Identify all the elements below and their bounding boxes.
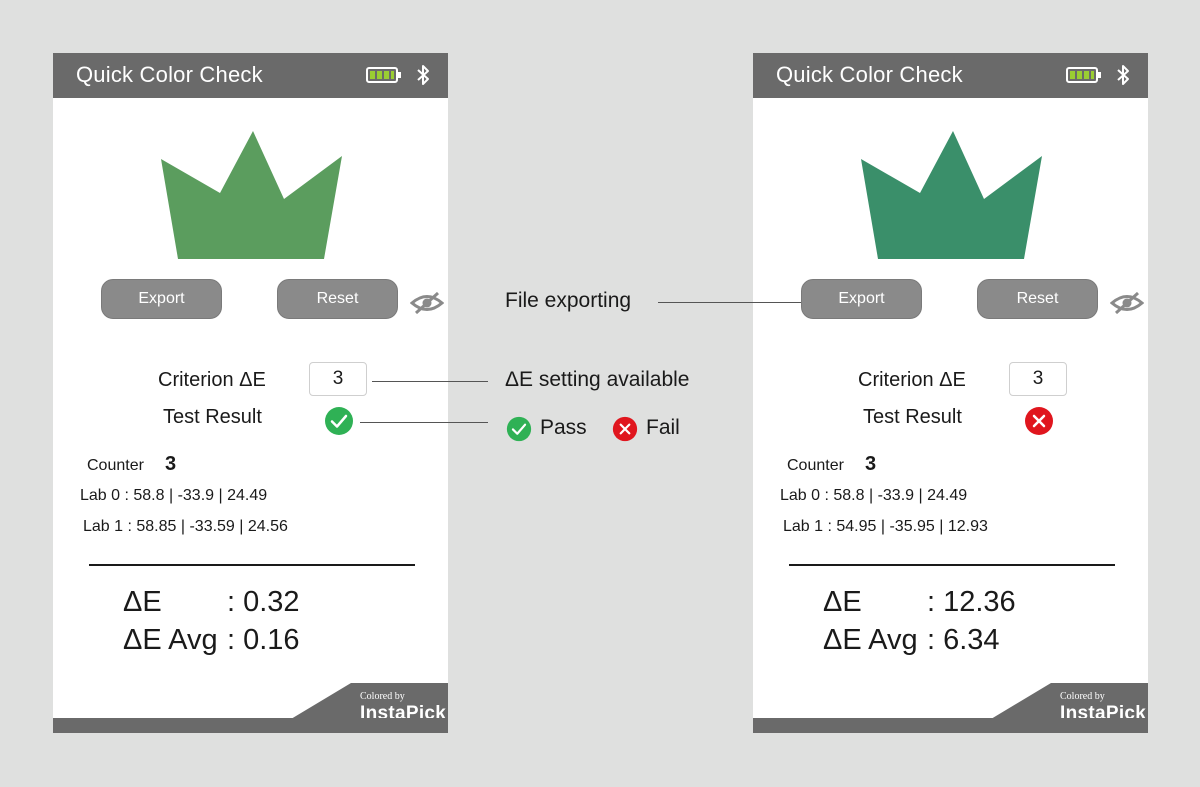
annotation-line-criterion <box>372 381 488 382</box>
delta-e-value: : 12.36 <box>927 586 1016 618</box>
criterion-label: Criterion ΔE <box>158 369 266 391</box>
delta-e-avg-row: ΔE Avg : 0.16 <box>123 624 300 657</box>
delta-e-avg-row: ΔE Avg : 6.34 <box>823 624 1000 657</box>
counter-label: Counter <box>87 457 144 474</box>
annotation-fail: Fail <box>646 416 680 439</box>
app-title: Quick Color Check <box>776 62 963 87</box>
divider <box>789 564 1115 566</box>
battery-icon <box>1066 67 1101 83</box>
delta-e-avg-label: ΔE Avg <box>123 624 218 656</box>
color-swatch-crown <box>161 131 342 259</box>
fail-x-icon <box>1025 407 1053 435</box>
delta-e-avg-value: : 6.34 <box>927 624 1000 656</box>
app-screen-fail: Quick Color Check Export Reset Criterion… <box>753 53 1148 733</box>
footer-bar <box>753 718 1148 733</box>
delta-e-avg-value: : 0.16 <box>227 624 300 656</box>
test-result-label: Test Result <box>163 406 262 428</box>
delta-e-avg-label: ΔE Avg <box>823 624 918 656</box>
reset-button[interactable]: Reset <box>977 279 1098 319</box>
lab0-reading: Lab 0 : 58.8 | -33.9 | 24.49 <box>780 487 968 504</box>
lab0-reading: Lab 0 : 58.8 | -33.9 | 24.49 <box>80 487 268 504</box>
criterion-de-input[interactable]: 3 <box>309 362 367 396</box>
app-screen-pass: Quick Color Check Export Reset Criterion… <box>53 53 448 733</box>
criterion-label: Criterion ΔE <box>858 369 966 391</box>
fail-x-icon <box>612 416 638 442</box>
delta-e-label: ΔE <box>823 586 862 618</box>
annotation-de-setting: ΔE setting available <box>505 368 690 391</box>
annotation-line-result <box>360 422 488 423</box>
pass-check-icon <box>506 416 532 442</box>
eye-off-icon[interactable] <box>410 292 444 314</box>
lab1-reading: Lab 1 : 54.95 | -35.95 | 12.93 <box>783 518 988 535</box>
annotation-line-export <box>658 302 801 303</box>
delta-e-row: ΔE : 12.36 <box>823 586 1016 619</box>
lab1-reading: Lab 1 : 58.85 | -33.59 | 24.56 <box>83 518 288 535</box>
battery-icon <box>366 67 401 83</box>
annotation-file-exporting: File exporting <box>505 289 632 312</box>
delta-e-row: ΔE : 0.32 <box>123 586 300 619</box>
reset-button[interactable]: Reset <box>277 279 398 319</box>
bluetooth-icon <box>417 65 429 85</box>
brand-tagline: Colored by <box>360 691 405 702</box>
eye-off-icon[interactable] <box>1110 292 1144 314</box>
title-bar: Quick Color Check <box>53 53 448 98</box>
annotation-pass: Pass <box>540 416 587 439</box>
test-result-label: Test Result <box>863 406 962 428</box>
export-button[interactable]: Export <box>801 279 922 319</box>
export-button[interactable]: Export <box>101 279 222 319</box>
footer-bar <box>53 718 448 733</box>
divider <box>89 564 415 566</box>
bluetooth-icon <box>1117 65 1129 85</box>
title-bar: Quick Color Check <box>753 53 1148 98</box>
counter-value: 3 <box>165 453 177 475</box>
app-title: Quick Color Check <box>76 62 263 87</box>
criterion-de-input[interactable]: 3 <box>1009 362 1067 396</box>
delta-e-label: ΔE <box>123 586 162 618</box>
brand-tagline: Colored by <box>1060 691 1105 702</box>
pass-check-icon <box>325 407 353 435</box>
counter-label: Counter <box>787 457 844 474</box>
color-swatch-crown <box>861 131 1042 259</box>
delta-e-value: : 0.32 <box>227 586 300 618</box>
counter-value: 3 <box>865 453 877 475</box>
